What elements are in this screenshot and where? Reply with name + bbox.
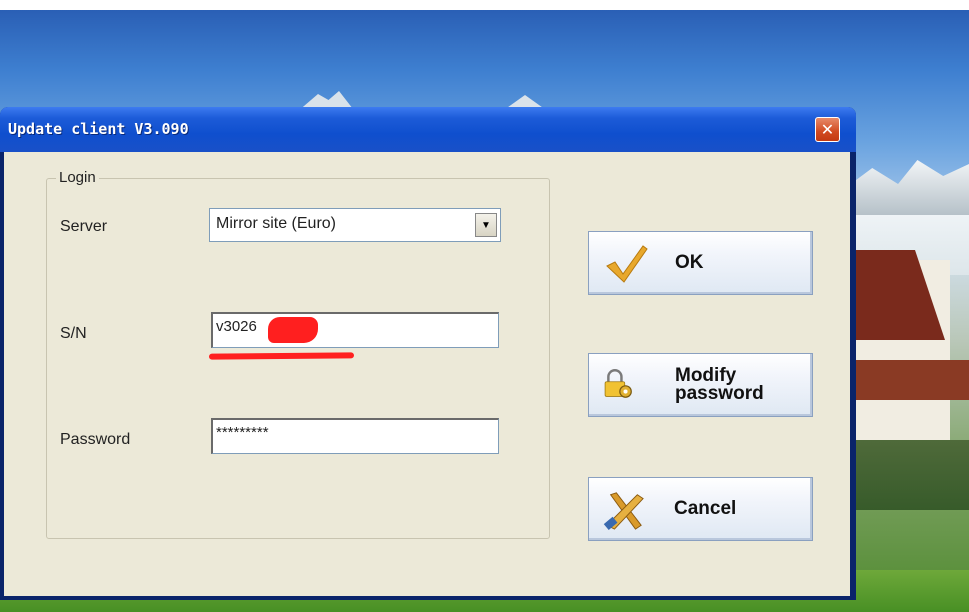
dialog-client-area: Login Server Mirror site (Euro) ▼ S/N v3… — [4, 152, 850, 596]
close-icon: ✕ — [820, 120, 835, 139]
ok-button[interactable]: OK — [588, 231, 813, 295]
dialog-titlebar[interactable]: Update client V3.090 ✕ — [0, 107, 856, 152]
wallpaper-roof — [850, 360, 969, 400]
redaction-mark — [268, 317, 318, 343]
login-group-label: Login — [56, 169, 99, 186]
dialog-title: Update client V3.090 — [8, 120, 189, 138]
wallpaper-trees — [840, 440, 969, 510]
server-label: Server — [60, 218, 108, 235]
cancel-button-label: Cancel — [674, 498, 737, 519]
server-select[interactable]: Mirror site (Euro) ▼ — [209, 208, 501, 242]
modify-password-label: Modify password — [675, 366, 764, 404]
redaction-underline — [208, 352, 355, 360]
cancel-button[interactable]: Cancel — [588, 477, 813, 541]
password-label: Password — [60, 431, 131, 448]
password-input-value: ********* — [216, 424, 269, 441]
lock-gear-icon — [604, 369, 632, 398]
sn-input-value: v3026 — [216, 318, 257, 335]
chevron-down-icon[interactable]: ▼ — [475, 213, 497, 237]
checkmark-icon — [606, 245, 648, 283]
modify-password-button[interactable]: Modify password — [588, 353, 813, 417]
sn-input[interactable]: v3026 — [211, 312, 499, 348]
server-select-value: Mirror site (Euro) — [216, 215, 337, 232]
close-button[interactable]: ✕ — [815, 117, 840, 142]
ok-button-label: OK — [675, 252, 704, 273]
cross-tools-icon — [603, 492, 644, 530]
modify-password-label-line2: password — [675, 383, 764, 404]
update-client-dialog: Update client V3.090 ✕ Login Server Mirr… — [0, 107, 856, 600]
sn-label: S/N — [60, 325, 87, 342]
password-input[interactable]: ********* — [211, 418, 499, 454]
